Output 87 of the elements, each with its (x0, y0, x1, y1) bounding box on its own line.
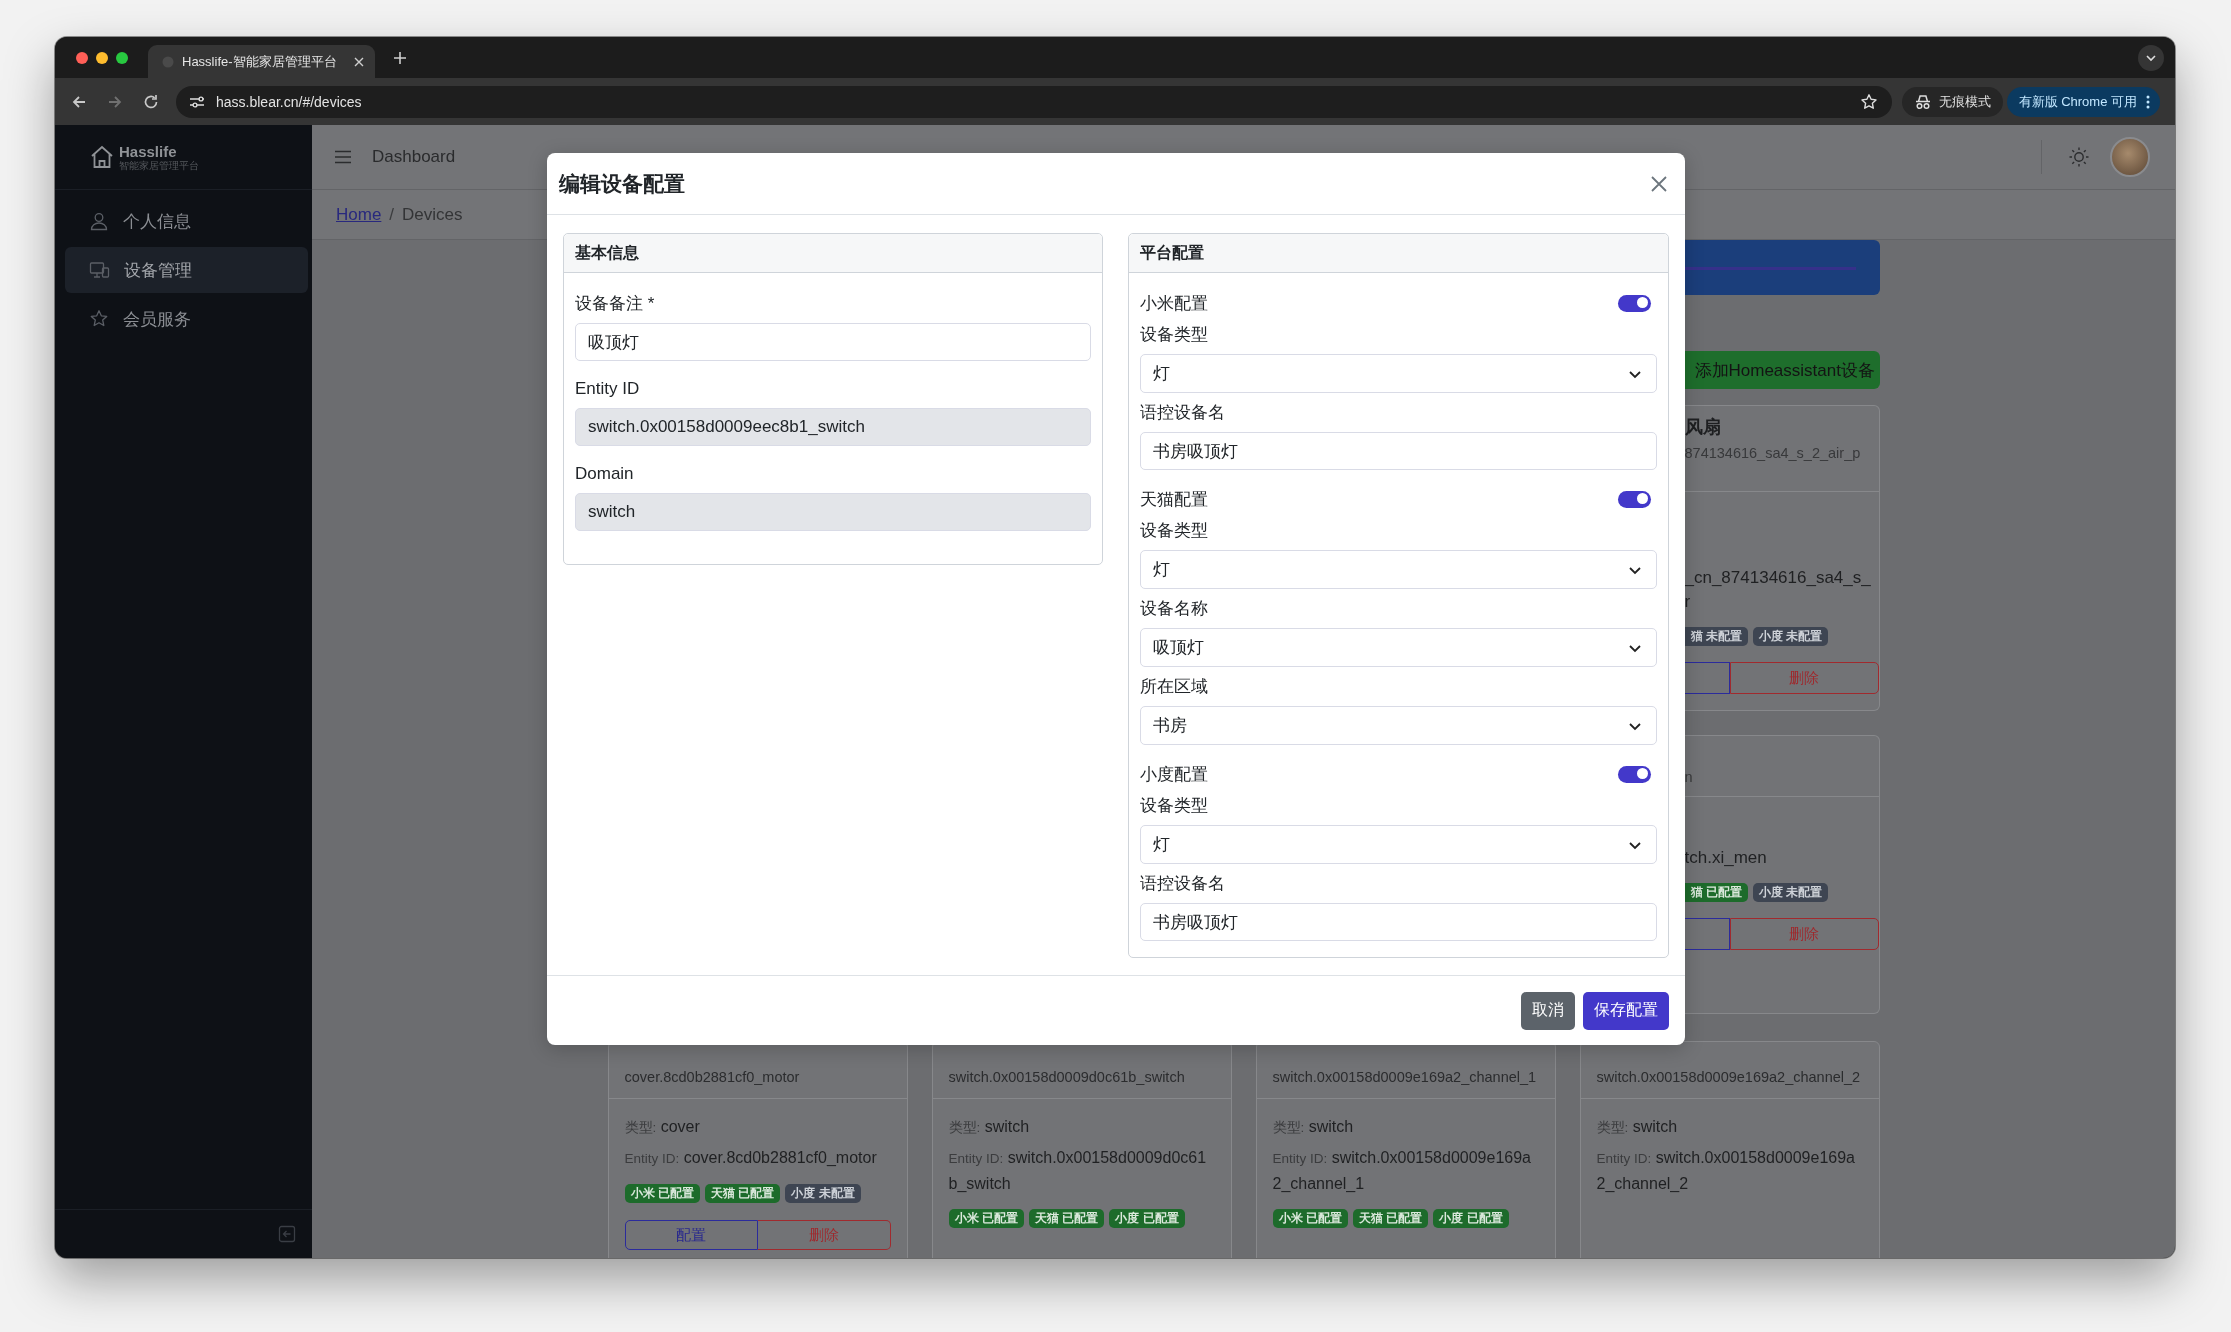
sidebar-item[interactable]: 个人信息 (65, 198, 308, 244)
reload-icon[interactable] (142, 92, 160, 111)
window-minimize-button[interactable] (96, 51, 108, 64)
status-tag: 小度 未配置 (1752, 883, 1829, 902)
field-label: 设备类型 (1140, 796, 1209, 816)
section-label: 小米配置 (1140, 292, 1208, 315)
cancel-button[interactable]: 取消 (1521, 991, 1575, 1030)
text-field[interactable]: 书房吸顶灯 (1140, 432, 1657, 470)
entity-id: cover.8cd0b2881cf0_motor (624, 1068, 801, 1087)
page-title: Dashboard (372, 147, 456, 167)
tab-list-button[interactable] (2138, 44, 2164, 71)
select-field[interactable]: 灯 (1140, 550, 1657, 589)
sidebar-item[interactable]: 会员服务 (65, 296, 308, 342)
status-tag: 天猫 已配置 (1352, 1209, 1429, 1228)
address-bar[interactable]: hass.blear.cn/#/devices (176, 85, 1892, 118)
star-icon[interactable] (1859, 92, 1878, 111)
toggle-switch[interactable] (1618, 490, 1651, 508)
field-label: Entity ID (575, 379, 641, 399)
field-label: Domain (575, 464, 635, 484)
sidebar-item[interactable]: 设备管理 (65, 247, 308, 293)
status-tag: 小米 已配置 (624, 1184, 700, 1203)
house-icon (89, 144, 115, 170)
select-field[interactable]: 吸顶灯 (1140, 628, 1657, 667)
toggle-switch[interactable] (1618, 765, 1651, 783)
section-label: 小度配置 (1140, 763, 1208, 786)
status-tag: 猫 未配置 (1684, 627, 1748, 646)
panel-header: 基本信息 (564, 234, 1102, 273)
type-value: cover (660, 1118, 700, 1135)
type-value: switch (1632, 1118, 1678, 1135)
status-tag: 猫 已配置 (1684, 883, 1748, 902)
entity-id: switch.0x00158d0009e169a2_channel_1 (1272, 1068, 1538, 1087)
window-close-button[interactable] (76, 51, 88, 64)
save-button[interactable]: 保存配置 (1583, 991, 1669, 1030)
entity-info: Entity ID: switch.0x00158d0009d0c61b_switch (948, 1148, 1208, 1194)
entity-id: 874134616_sa4_s_2_air_p (1684, 444, 1862, 463)
brand-name: Hasslife (119, 143, 178, 160)
type-value: switch (1308, 1118, 1354, 1135)
status-tag: 天猫 已配置 (704, 1184, 781, 1203)
close-icon[interactable] (353, 55, 365, 68)
incognito-button[interactable]: 无痕模式 (1901, 86, 2003, 117)
text-field[interactable]: 书房吸顶灯 (1140, 903, 1657, 941)
select-field[interactable]: 灯 (1140, 825, 1657, 864)
panel-header: 平台配置 (1129, 234, 1668, 273)
status-tag: 小米 已配置 (1272, 1209, 1348, 1228)
browser-tab[interactable]: Hasslife-智能家居管理平台 (148, 45, 375, 78)
field-label: 语控设备名 (1140, 403, 1226, 423)
close-icon[interactable] (1649, 173, 1669, 194)
entity-info: Entity ID: switch.0x00158d0009e169a2_channel_1 (1272, 1148, 1532, 1194)
more-icon (2146, 94, 2150, 109)
device-name: 风扇 (1684, 416, 1722, 439)
select-field[interactable]: 灯 (1140, 354, 1657, 393)
window-zoom-button[interactable] (116, 51, 128, 64)
entity-id: switch.0x00158d0009d0c61b_switch (948, 1068, 1186, 1087)
field-label: 设备类型 (1140, 521, 1209, 541)
entity-info: Entity ID: switch.0x00158d0009e169a2_channel_2 (1596, 1148, 1856, 1194)
field-label: 设备名称 (1140, 599, 1209, 619)
entity-id: tch.xi_men (1684, 847, 1768, 869)
monitor-icon (89, 260, 110, 280)
entity-info: Entity ID: cover.8cd0b2881cf0_motor (624, 1148, 878, 1168)
status-tag: 小度 已配置 (1433, 1209, 1509, 1228)
status-tag: 天猫 已配置 (1028, 1209, 1105, 1228)
toggle-switch[interactable] (1618, 294, 1651, 312)
select-field[interactable]: 书房 (1140, 706, 1657, 745)
update-button[interactable]: 有新版 Chrome 可用 (2006, 86, 2160, 117)
incognito-icon (1913, 92, 1932, 111)
section-label: 天猫配置 (1140, 488, 1208, 511)
status-tag: 小米 已配置 (948, 1209, 1024, 1228)
star-icon (89, 309, 109, 329)
text-field[interactable]: 吸顶灯 (575, 323, 1091, 361)
entity-id: _cn_874134616_sa4_s_ (1684, 567, 1872, 589)
field-label: 语控设备名 (1140, 874, 1226, 894)
breadcrumb-current: Devices (402, 204, 463, 225)
plus-icon[interactable] (393, 50, 407, 65)
sun-icon[interactable] (2068, 146, 2090, 168)
entity-id: switch.0x00158d0009e169a2_channel_2 (1596, 1068, 1862, 1087)
status-tag: 小度 未配置 (1752, 627, 1829, 646)
field-label: 所在区域 (1140, 677, 1209, 697)
menu-icon[interactable] (334, 150, 352, 164)
status-tag: 小度 已配置 (1109, 1209, 1185, 1228)
type-value: switch (984, 1118, 1030, 1135)
entity-id: r (1684, 591, 1692, 613)
breadcrumb-separator: / (389, 204, 395, 225)
status-tag: 小度 未配置 (785, 1184, 861, 1203)
field-label: 设备备注 * (575, 294, 656, 314)
person-icon (89, 211, 109, 231)
field-label: 设备类型 (1140, 325, 1209, 345)
dialog-title: 编辑设备配置 (559, 170, 685, 197)
